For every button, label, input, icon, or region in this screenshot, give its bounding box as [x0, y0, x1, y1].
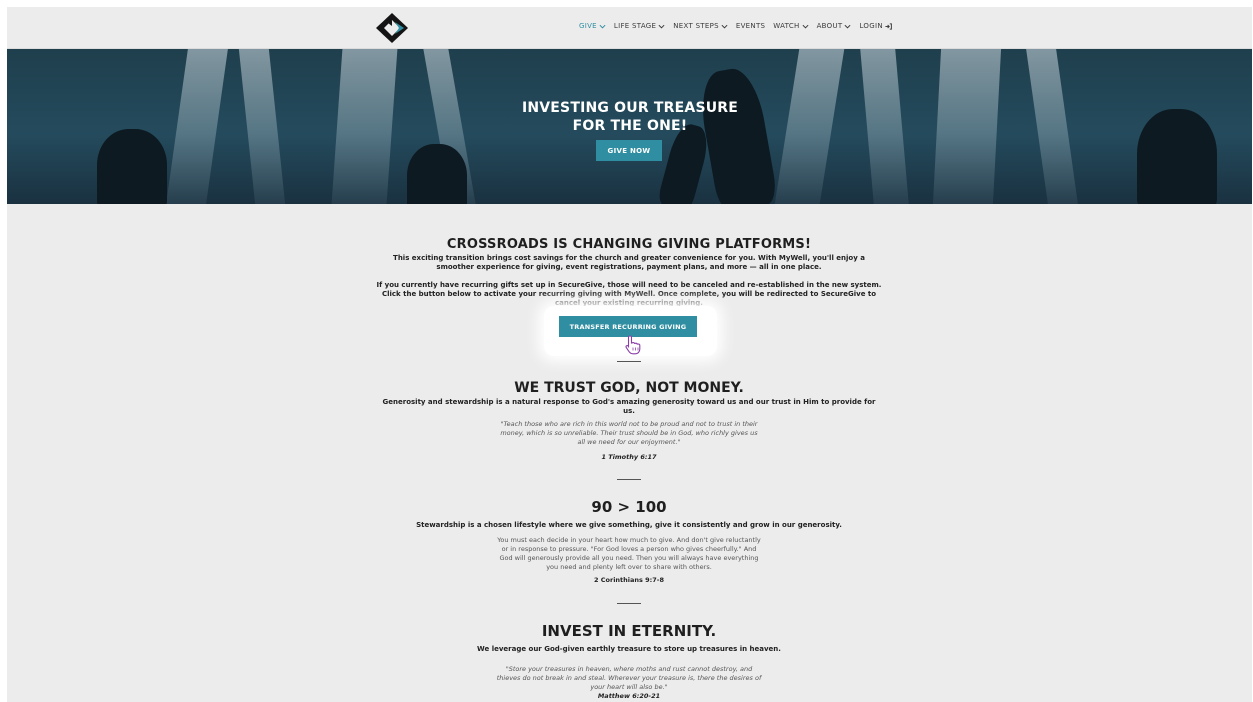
stage-light-beam	[331, 49, 398, 204]
nav-watch-label: WATCH	[773, 22, 800, 30]
section-divider	[617, 603, 641, 604]
chevron-down-icon	[599, 24, 606, 29]
platform-instructions-line2: Click the button below to activate your …	[381, 290, 877, 298]
crossroads-logo-icon[interactable]	[375, 12, 409, 44]
eternity-title: INVEST IN ETERNITY.	[541, 622, 717, 640]
trust-subtitle-line1: Generosity and stewardship is a natural …	[382, 398, 876, 406]
ninety-quote-line4: you need and plenty left over to share w…	[546, 563, 712, 571]
main-content: CROSSROADS IS CHANGING GIVING PLATFORMS!…	[7, 204, 1252, 702]
eternity-quote-line2: thieves do not break in and steal. Where…	[496, 674, 762, 682]
nav-next-steps[interactable]: NEXT STEPS	[673, 22, 728, 30]
singer-silhouette	[407, 144, 467, 204]
stage-light-beam	[238, 49, 286, 204]
platform-title: CROSSROADS IS CHANGING GIVING PLATFORMS!	[446, 237, 812, 252]
hero-title-line2: FOR THE ONE!	[572, 118, 688, 134]
nav-login[interactable]: LOGIN	[859, 22, 892, 30]
stage-light-beam	[932, 49, 1002, 204]
nav-life-stage-label: LIFE STAGE	[613, 22, 657, 30]
platform-intro: This exciting transition brings cost sav…	[329, 254, 929, 272]
nav-about[interactable]: ABOUT	[817, 22, 852, 30]
eternity-quote-line3: your heart will also be."	[590, 683, 668, 691]
guitarist-silhouette	[1137, 109, 1217, 204]
ninety-quote-line3: God will generously provide all you need…	[499, 554, 759, 562]
ninety-quote: You must each decide in your heart how m…	[329, 536, 929, 572]
trust-quote-line3: all we need for our enjoyment."	[577, 438, 681, 446]
nav-give-label: GIVE	[579, 22, 597, 30]
nav-about-label: ABOUT	[816, 22, 843, 30]
nav-give[interactable]: GIVE	[579, 22, 606, 30]
trust-subtitle-line2: us.	[623, 407, 635, 415]
nav-life-stage[interactable]: LIFE STAGE	[614, 22, 665, 30]
platform-intro-line2: smoother experience for giving, event re…	[436, 263, 822, 271]
section-divider	[617, 479, 641, 480]
hero-title: INVESTING OUR TREASURE FOR THE ONE!	[495, 99, 765, 135]
stage-light-beam	[1026, 49, 1078, 204]
nav-events[interactable]: EVENTS	[736, 22, 765, 30]
trust-quote-line2: money, which is so unreliable. Their tru…	[500, 429, 758, 437]
eternity-quote: "Store your treasures in heaven, where m…	[329, 665, 929, 692]
chevron-down-icon	[658, 24, 665, 29]
trust-reference: 1 Timothy 6:17	[601, 453, 657, 461]
transfer-recurring-giving-button[interactable]: TRANSFER RECURRING GIVING	[559, 316, 697, 337]
section-divider	[617, 361, 641, 362]
platform-instructions: If you currently have recurring gifts se…	[329, 281, 929, 308]
platform-intro-line1: This exciting transition brings cost sav…	[393, 254, 865, 262]
worship-leader-silhouette	[97, 129, 167, 204]
give-now-button[interactable]: GIVE NOW	[596, 140, 662, 161]
trust-title: WE TRUST GOD, NOT MONEY.	[514, 380, 744, 396]
nav-next-steps-label: NEXT STEPS	[673, 22, 719, 30]
eternity-reference: Matthew 6:20-21	[597, 692, 661, 700]
nav-login-label: LOGIN	[859, 22, 883, 30]
stage-light-beam	[166, 49, 228, 204]
chevron-down-icon	[721, 24, 728, 29]
ninety-title: 90 > 100	[591, 498, 667, 516]
trust-quote-line1: "Teach those who are rich in this world …	[500, 420, 758, 428]
eternity-subtitle: We leverage our God-given earthly treasu…	[477, 645, 781, 653]
hero-title-line1: INVESTING OUR TREASURE	[521, 100, 739, 116]
ninety-reference: 2 Corinthians 9:7-8	[593, 576, 665, 584]
nav-events-label: EVENTS	[735, 22, 766, 30]
nav-watch[interactable]: WATCH	[773, 22, 809, 30]
eternity-quote-line1: "Store your treasures in heaven, where m…	[505, 665, 753, 673]
platform-instructions-line1: If you currently have recurring gifts se…	[376, 281, 882, 289]
login-icon	[885, 22, 892, 30]
chevron-down-icon	[844, 24, 851, 29]
ninety-subtitle: Stewardship is a chosen lifestyle where …	[416, 521, 842, 529]
stage-light-beam	[774, 49, 845, 204]
trust-quote: "Teach those who are rich in this world …	[329, 420, 929, 447]
page: GIVE LIFE STAGE NEXT STEPS EVENTS WATCH …	[7, 7, 1252, 702]
hand-pointer-cursor-icon	[625, 335, 641, 355]
stage-light-beam	[860, 49, 909, 204]
site-header: GIVE LIFE STAGE NEXT STEPS EVENTS WATCH …	[7, 7, 1252, 49]
trust-subtitle: Generosity and stewardship is a natural …	[329, 398, 929, 416]
hero-banner: INVESTING OUR TREASURE FOR THE ONE! GIVE…	[7, 49, 1252, 204]
ninety-quote-line2: or in response to pressure. "For God lov…	[501, 545, 757, 553]
ninety-quote-line1: You must each decide in your heart how m…	[497, 536, 761, 544]
chevron-down-icon	[802, 24, 809, 29]
main-nav: GIVE LIFE STAGE NEXT STEPS EVENTS WATCH …	[579, 22, 892, 30]
